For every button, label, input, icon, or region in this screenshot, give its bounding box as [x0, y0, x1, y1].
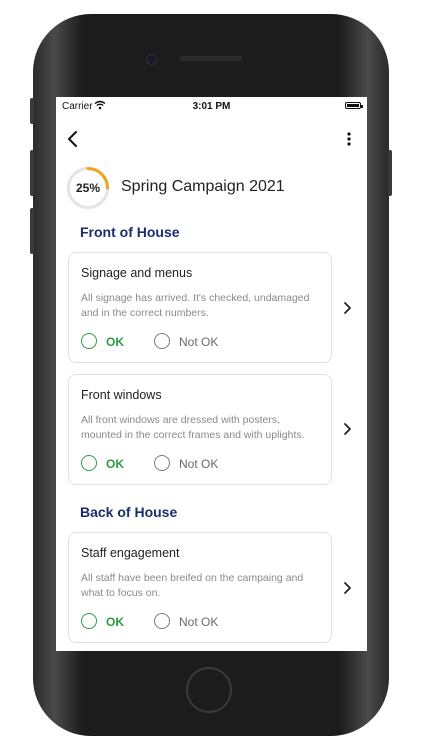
- chevron-right-icon[interactable]: [342, 422, 352, 436]
- checklist-card[interactable]: Front windows All front windows are dres…: [68, 374, 332, 485]
- radio-icon: [154, 613, 170, 629]
- power-button: [388, 150, 392, 196]
- card-title: Staff engagement: [81, 546, 180, 560]
- progress-percent: 25%: [75, 181, 101, 195]
- section-title-front-of-house: Front of House: [80, 224, 180, 240]
- ok-label: OK: [106, 335, 124, 349]
- ok-label: OK: [106, 615, 124, 629]
- card-title: Front windows: [81, 388, 162, 402]
- mute-switch: [30, 98, 34, 124]
- chevron-right-icon[interactable]: [342, 581, 352, 595]
- home-button[interactable]: [186, 667, 232, 713]
- radio-icon: [154, 333, 170, 349]
- status-time: 3:01 PM: [192, 101, 231, 112]
- ok-label: OK: [106, 457, 124, 471]
- battery-icon: [345, 102, 363, 109]
- checklist-card[interactable]: Signage and menus All signage has arrive…: [68, 252, 332, 363]
- page-title: Spring Campaign 2021: [121, 178, 285, 195]
- not-ok-label: Not OK: [179, 335, 219, 349]
- card-description: All front windows are dressed with poste…: [81, 414, 305, 441]
- volume-up-button: [30, 150, 34, 196]
- status-bar: Carrier 3:01 PM: [56, 97, 367, 115]
- front-camera: [146, 54, 157, 65]
- not-ok-label: Not OK: [179, 615, 219, 629]
- more-vertical-icon[interactable]: [345, 130, 353, 148]
- app-screen: Carrier 3:01 PM 25% Spring Campaign 2021…: [56, 97, 367, 651]
- card-description: All signage has arrived. It's checked, u…: [81, 292, 310, 319]
- checklist-card[interactable]: Staff engagement All staff have been bre…: [68, 532, 332, 643]
- radio-icon: [154, 455, 170, 471]
- card-description: All staff have been breifed on the campa…: [81, 572, 304, 599]
- earpiece-speaker: [180, 56, 242, 61]
- volume-down-button: [30, 208, 34, 254]
- chevron-left-icon[interactable]: [66, 130, 80, 148]
- radio-icon: [81, 455, 97, 471]
- section-title-back-of-house: Back of House: [80, 504, 178, 520]
- not-ok-label: Not OK: [179, 457, 219, 471]
- radio-icon: [81, 613, 97, 629]
- card-title: Signage and menus: [81, 266, 193, 280]
- radio-icon: [81, 333, 97, 349]
- chevron-right-icon[interactable]: [342, 301, 352, 315]
